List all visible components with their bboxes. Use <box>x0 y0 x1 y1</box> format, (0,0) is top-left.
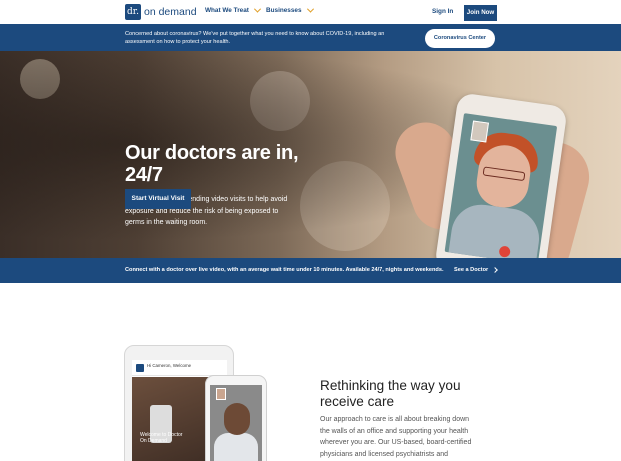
tablet-welcome-text: Welcome to Doctor On Demand <box>140 432 183 444</box>
page: dr. on demand What We Treat Businesses S… <box>0 0 621 461</box>
chevron-right-icon <box>492 267 499 273</box>
tablet-app-header: Hi Cameron, Welcome <box>132 360 227 376</box>
doctor-face <box>224 403 250 435</box>
self-view-thumbnail <box>216 388 226 400</box>
logo-text: on demand <box>144 6 197 18</box>
doctor-shoulders <box>447 200 543 258</box>
video-call-screen <box>444 113 558 258</box>
tablet-greeting: Hi Cameron, Welcome <box>147 363 192 368</box>
self-view-thumbnail <box>470 120 489 143</box>
nav-businesses[interactable]: Businesses <box>266 5 314 14</box>
site-header: dr. on demand What We Treat Businesses S… <box>0 0 621 24</box>
devices-illustration: Hi Cameron, Welcome Welcome to Doctor On… <box>124 345 274 461</box>
hero: Our doctors are in, 24/7 The CDC is reco… <box>0 51 621 258</box>
section-body: Our approach to care is all about breaki… <box>320 416 472 458</box>
chevron-down-icon <box>306 5 314 13</box>
coronavirus-center-button[interactable]: Coronavirus Center <box>425 29 495 48</box>
covid-banner: Concerned about coronavirus? We've put t… <box>0 24 621 51</box>
covid-banner-text: Concerned about coronavirus? We've put t… <box>125 31 385 45</box>
connect-strip-text: Connect with a doctor over live video, w… <box>125 267 444 273</box>
join-now-button[interactable]: Join Now <box>464 5 497 21</box>
doctor-coat <box>214 433 258 461</box>
nav-label: What We Treat <box>205 7 249 14</box>
connect-strip: Connect with a doctor over live video, w… <box>0 258 621 283</box>
app-logo-icon <box>136 364 144 372</box>
phone-screen <box>210 385 262 461</box>
section-title: Rethinking the way you receive care <box>320 378 461 409</box>
phone-image <box>205 375 267 461</box>
see-a-doctor-link[interactable]: See a Doctor <box>454 267 499 273</box>
logo[interactable]: dr. on demand <box>125 4 197 20</box>
sign-in-link[interactable]: Sign In <box>432 8 453 15</box>
chevron-down-icon <box>253 5 261 13</box>
nav-label: Businesses <box>266 7 302 14</box>
hero-title: Our doctors are in, 24/7 <box>125 142 299 186</box>
logo-badge: dr. <box>125 4 141 20</box>
start-virtual-visit-button[interactable]: Start Virtual Visit <box>125 189 191 209</box>
see-a-doctor-label: See a Doctor <box>454 267 489 273</box>
nav-what-we-treat[interactable]: What We Treat <box>205 5 261 14</box>
